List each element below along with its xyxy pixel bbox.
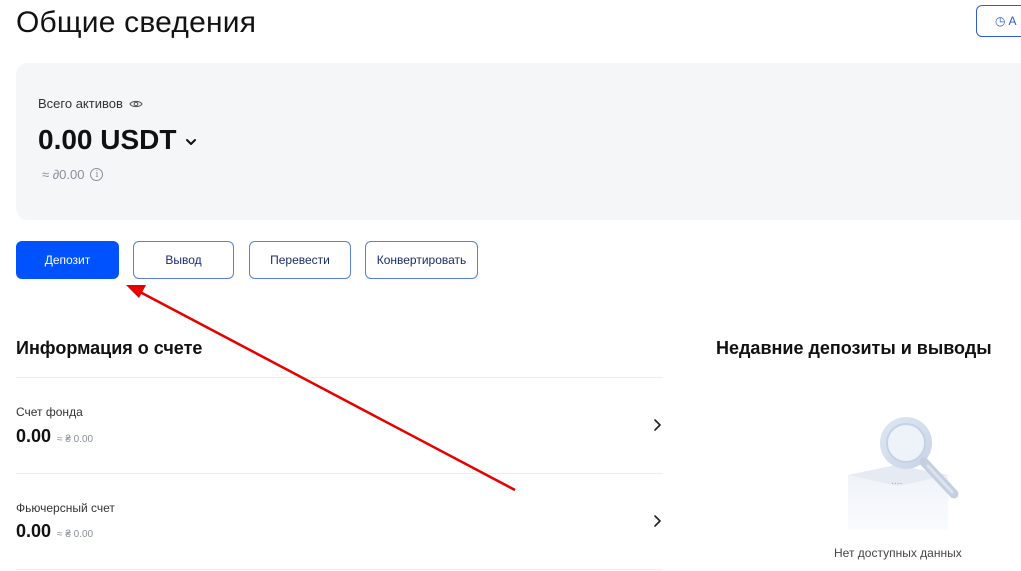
total-assets-value: 0.00 USDT <box>38 124 177 155</box>
total-assets-label: Всего активов <box>38 96 123 111</box>
divider <box>16 377 663 378</box>
account-value-row: 0.00 ≈ ₴ 0.00 <box>16 521 93 542</box>
chevron-down-icon[interactable] <box>185 137 197 147</box>
account-name: Счет фонда <box>16 405 83 419</box>
svg-text:....: .... <box>891 477 902 487</box>
convert-button[interactable]: Конвертировать <box>365 241 478 279</box>
empty-state-illustration-icon: .... <box>848 417 959 530</box>
chevron-right-icon[interactable] <box>652 418 662 432</box>
top-right-button[interactable]: ◷ A <box>976 5 1021 37</box>
divider <box>16 473 663 474</box>
total-assets-value-row[interactable]: 0.00 USDT <box>38 124 197 156</box>
transfer-button[interactable]: Перевести <box>249 241 351 279</box>
total-assets-approx-row: ≈ ∂0.00 i <box>42 167 104 182</box>
account-approx: ≈ ₴ 0.00 <box>57 529 94 540</box>
pie-chart-icon: ◷ <box>995 14 1006 28</box>
total-assets-approx: ≈ ∂0.00 <box>42 167 85 182</box>
empty-state-text: Нет доступных данных <box>834 546 962 560</box>
account-name: Фьючерсный счет <box>16 501 115 515</box>
divider <box>16 569 663 570</box>
account-info-title: Информация о счете <box>16 338 203 358</box>
total-assets-label-row: Всего активов <box>38 96 143 111</box>
page-title: Общие сведения <box>16 6 257 39</box>
eye-icon[interactable] <box>129 99 143 109</box>
info-icon[interactable]: i <box>90 168 104 181</box>
withdraw-button[interactable]: Вывод <box>133 241 234 279</box>
chevron-right-icon[interactable] <box>652 514 662 528</box>
account-value: 0.00 <box>16 521 52 541</box>
top-right-button-label: A <box>1008 14 1017 28</box>
total-assets-card: Всего активов 0.00 USDT ≈ ∂0.00 i <box>16 63 1021 220</box>
account-value-row: 0.00 ≈ ₴ 0.00 <box>16 426 93 447</box>
overview-page: Общие сведения ◷ A Всего активов 0.00 US… <box>0 0 1021 571</box>
recent-transactions-title: Недавние депозиты и выводы <box>716 338 992 358</box>
account-value: 0.00 <box>16 426 52 446</box>
account-approx: ≈ ₴ 0.00 <box>57 434 94 445</box>
deposit-button[interactable]: Депозит <box>16 241 119 279</box>
